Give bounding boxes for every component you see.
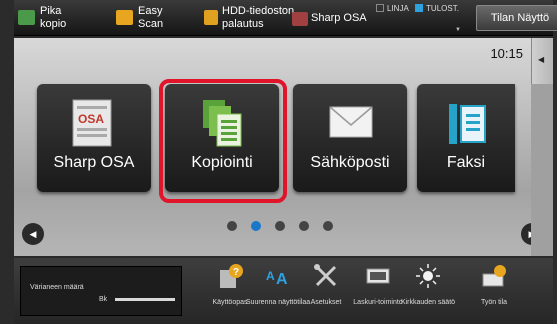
shortcut-sharp-osa[interactable]: Sharp OSA bbox=[292, 2, 372, 34]
print-status-label: TULOST. bbox=[426, 4, 459, 13]
line-status-icon bbox=[376, 4, 384, 12]
job-status-icon bbox=[482, 265, 506, 287]
home-screen: Pika kopio Easy Scan HDD-tiedoston palau… bbox=[0, 0, 557, 324]
brightness-button[interactable]: Kirkkauden säätö bbox=[400, 262, 456, 322]
svg-text:?: ? bbox=[233, 267, 239, 278]
page-dot[interactable] bbox=[275, 221, 285, 231]
tile-label: Sähköposti bbox=[310, 154, 390, 171]
tile-sharp-osa[interactable]: OSA Sharp OSA bbox=[37, 84, 151, 192]
enlarge-display-icon: A A bbox=[266, 269, 288, 288]
line-status-label: LINJA bbox=[387, 4, 409, 13]
tile-fax[interactable]: Faksi bbox=[417, 84, 515, 192]
counter-icon bbox=[366, 268, 390, 284]
counter-button[interactable]: Laskuri-toiminto bbox=[350, 262, 406, 322]
hdd-file-retrieve-icon bbox=[204, 10, 218, 25]
toner-color-label: Bk bbox=[99, 296, 108, 303]
page-dot[interactable] bbox=[323, 221, 333, 231]
toner-label: Värianeen määrä bbox=[30, 284, 84, 291]
selection-highlight bbox=[159, 79, 287, 203]
toner-level-bar bbox=[115, 298, 175, 301]
tile-email[interactable]: Sähköposti bbox=[293, 84, 407, 192]
user-guide-icon: ? bbox=[220, 264, 243, 288]
page-indicator bbox=[14, 219, 531, 233]
email-icon bbox=[329, 106, 373, 138]
svg-text:A: A bbox=[276, 271, 288, 288]
sharp-osa-icon: OSA bbox=[72, 99, 112, 147]
fax-icon bbox=[449, 104, 486, 144]
top-bar: Pika kopio Easy Scan HDD-tiedoston palau… bbox=[14, 0, 557, 36]
page-dot-active[interactable] bbox=[251, 221, 261, 231]
status-dropdown-icon[interactable]: ▼ bbox=[455, 27, 461, 33]
status-indicators: LINJA TULOST. bbox=[376, 4, 459, 18]
settings-icon bbox=[314, 264, 337, 287]
side-panel-tab[interactable]: ◀ bbox=[531, 38, 553, 84]
job-status-bottom-button[interactable]: Työn tila bbox=[466, 262, 522, 322]
brightness-icon bbox=[416, 264, 440, 288]
settings-button[interactable]: Asetukset bbox=[298, 262, 354, 322]
page-dot[interactable] bbox=[227, 221, 237, 231]
svg-text:OSA: OSA bbox=[78, 112, 104, 126]
clock: 10:15 bbox=[490, 46, 523, 61]
shortcut-label: Sharp OSA bbox=[311, 12, 367, 24]
bottom-bar: Värianeen määrä Bk ? Käyttöopas A A Suur… bbox=[14, 258, 553, 324]
page-dot[interactable] bbox=[299, 221, 309, 231]
bottom-item-label: Työn tila bbox=[480, 299, 508, 306]
tile-label: Faksi bbox=[446, 154, 486, 171]
shortcut-quick-copy[interactable]: Pika kopio bbox=[18, 2, 88, 34]
quick-copy-icon bbox=[18, 10, 35, 25]
previous-page-button[interactable]: ◀ bbox=[22, 223, 44, 245]
shortcut-easy-scan[interactable]: Easy Scan bbox=[116, 2, 186, 34]
bottom-item-label: Kirkkauden säätö bbox=[400, 299, 456, 306]
shortcut-label: HDD-tiedoston palautus bbox=[222, 5, 295, 30]
shortcut-label: Easy Scan bbox=[138, 5, 164, 30]
shortcut-label: Pika kopio bbox=[40, 5, 67, 30]
sharp-osa-icon bbox=[292, 12, 308, 26]
tile-label: Sharp OSA bbox=[53, 154, 135, 171]
side-strip bbox=[531, 84, 553, 256]
shortcut-hdd-retrieve[interactable]: HDD-tiedoston palautus bbox=[204, 2, 294, 34]
svg-text:A: A bbox=[266, 269, 275, 283]
easy-scan-icon bbox=[116, 10, 133, 25]
print-status-icon bbox=[415, 4, 424, 12]
job-status-button[interactable]: Tilan Näyttö bbox=[476, 5, 557, 31]
panel-open-icon: ◀ bbox=[538, 55, 545, 64]
toner-level-panel: Värianeen määrä Bk bbox=[20, 266, 182, 316]
